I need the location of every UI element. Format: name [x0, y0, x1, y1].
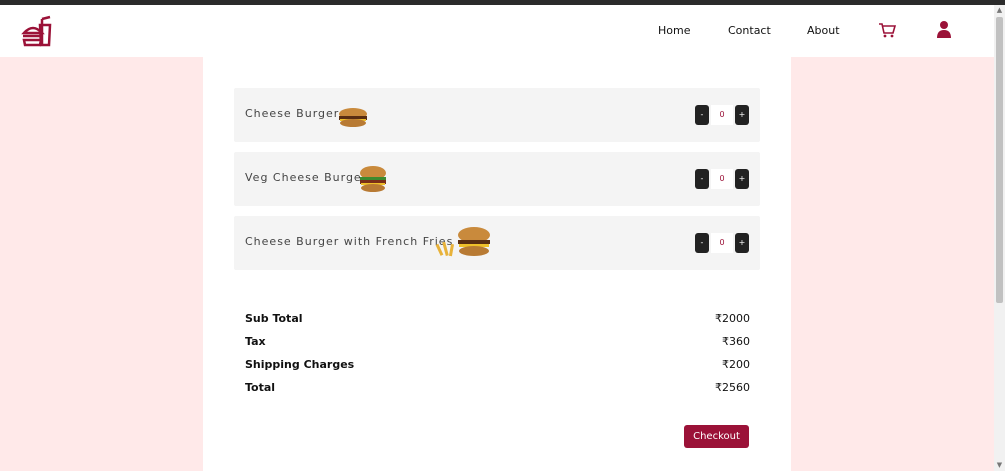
scroll-down-arrow-icon[interactable]: ▼ — [996, 462, 1003, 469]
cart-icon[interactable] — [878, 21, 896, 39]
navbar: Home Contact About — [0, 5, 994, 57]
summary-row-shipping: Shipping Charges ₹200 — [245, 358, 750, 374]
increase-button[interactable]: + — [735, 233, 749, 253]
veg-cheese-burger-image — [360, 166, 386, 192]
scroll-up-arrow-icon[interactable]: ▲ — [996, 7, 1003, 14]
nav-about-link[interactable]: About — [807, 24, 840, 37]
cart-item: Cheese Burger with French Fries - 0 + — [234, 216, 760, 270]
quantity-value: 0 — [711, 233, 733, 253]
summary-row-tax: Tax ₹360 — [245, 335, 750, 351]
increase-button[interactable]: + — [735, 169, 749, 189]
summary-value: ₹200 — [722, 358, 750, 371]
fast-food-logo-icon[interactable] — [20, 15, 54, 49]
summary-label: Sub Total — [245, 312, 303, 325]
summary-value: ₹2000 — [715, 312, 750, 325]
user-icon[interactable] — [936, 20, 952, 38]
summary-value: ₹2560 — [715, 381, 750, 394]
summary-value: ₹360 — [722, 335, 750, 348]
quantity-stepper: - 0 + — [695, 105, 749, 125]
summary-row-total: Total ₹2560 — [245, 381, 750, 397]
cart-item: Cheese Burger - 0 + — [234, 88, 760, 142]
summary-label: Total — [245, 381, 276, 394]
summary-label: Tax — [245, 335, 266, 348]
decrease-button[interactable]: - — [695, 105, 709, 125]
quantity-stepper: - 0 + — [695, 169, 749, 189]
decrease-button[interactable]: - — [695, 169, 709, 189]
nav-contact-link[interactable]: Contact — [728, 24, 771, 37]
cart-panel: Cheese Burger - 0 + Veg Cheese Burger - … — [203, 57, 791, 471]
cheese-burger-image — [339, 108, 367, 127]
summary-label: Shipping Charges — [245, 358, 355, 371]
quantity-value: 0 — [711, 105, 733, 125]
summary-row-subtotal: Sub Total ₹2000 — [245, 312, 750, 328]
page-scrollbar[interactable]: ▲ ▼ — [994, 5, 1005, 471]
cart-item: Veg Cheese Burger - 0 + — [234, 152, 760, 206]
nav-home-link[interactable]: Home — [658, 24, 690, 37]
item-name: Cheese Burger with French Fries — [245, 235, 454, 248]
quantity-stepper: - 0 + — [695, 233, 749, 253]
burger-fries-image — [435, 227, 490, 257]
checkout-button[interactable]: Checkout — [684, 425, 749, 448]
item-name: Veg Cheese Burger — [245, 171, 368, 184]
quantity-value: 0 — [711, 169, 733, 189]
item-name: Cheese Burger — [245, 107, 340, 120]
scroll-thumb[interactable] — [996, 17, 1003, 303]
decrease-button[interactable]: - — [695, 233, 709, 253]
increase-button[interactable]: + — [735, 105, 749, 125]
